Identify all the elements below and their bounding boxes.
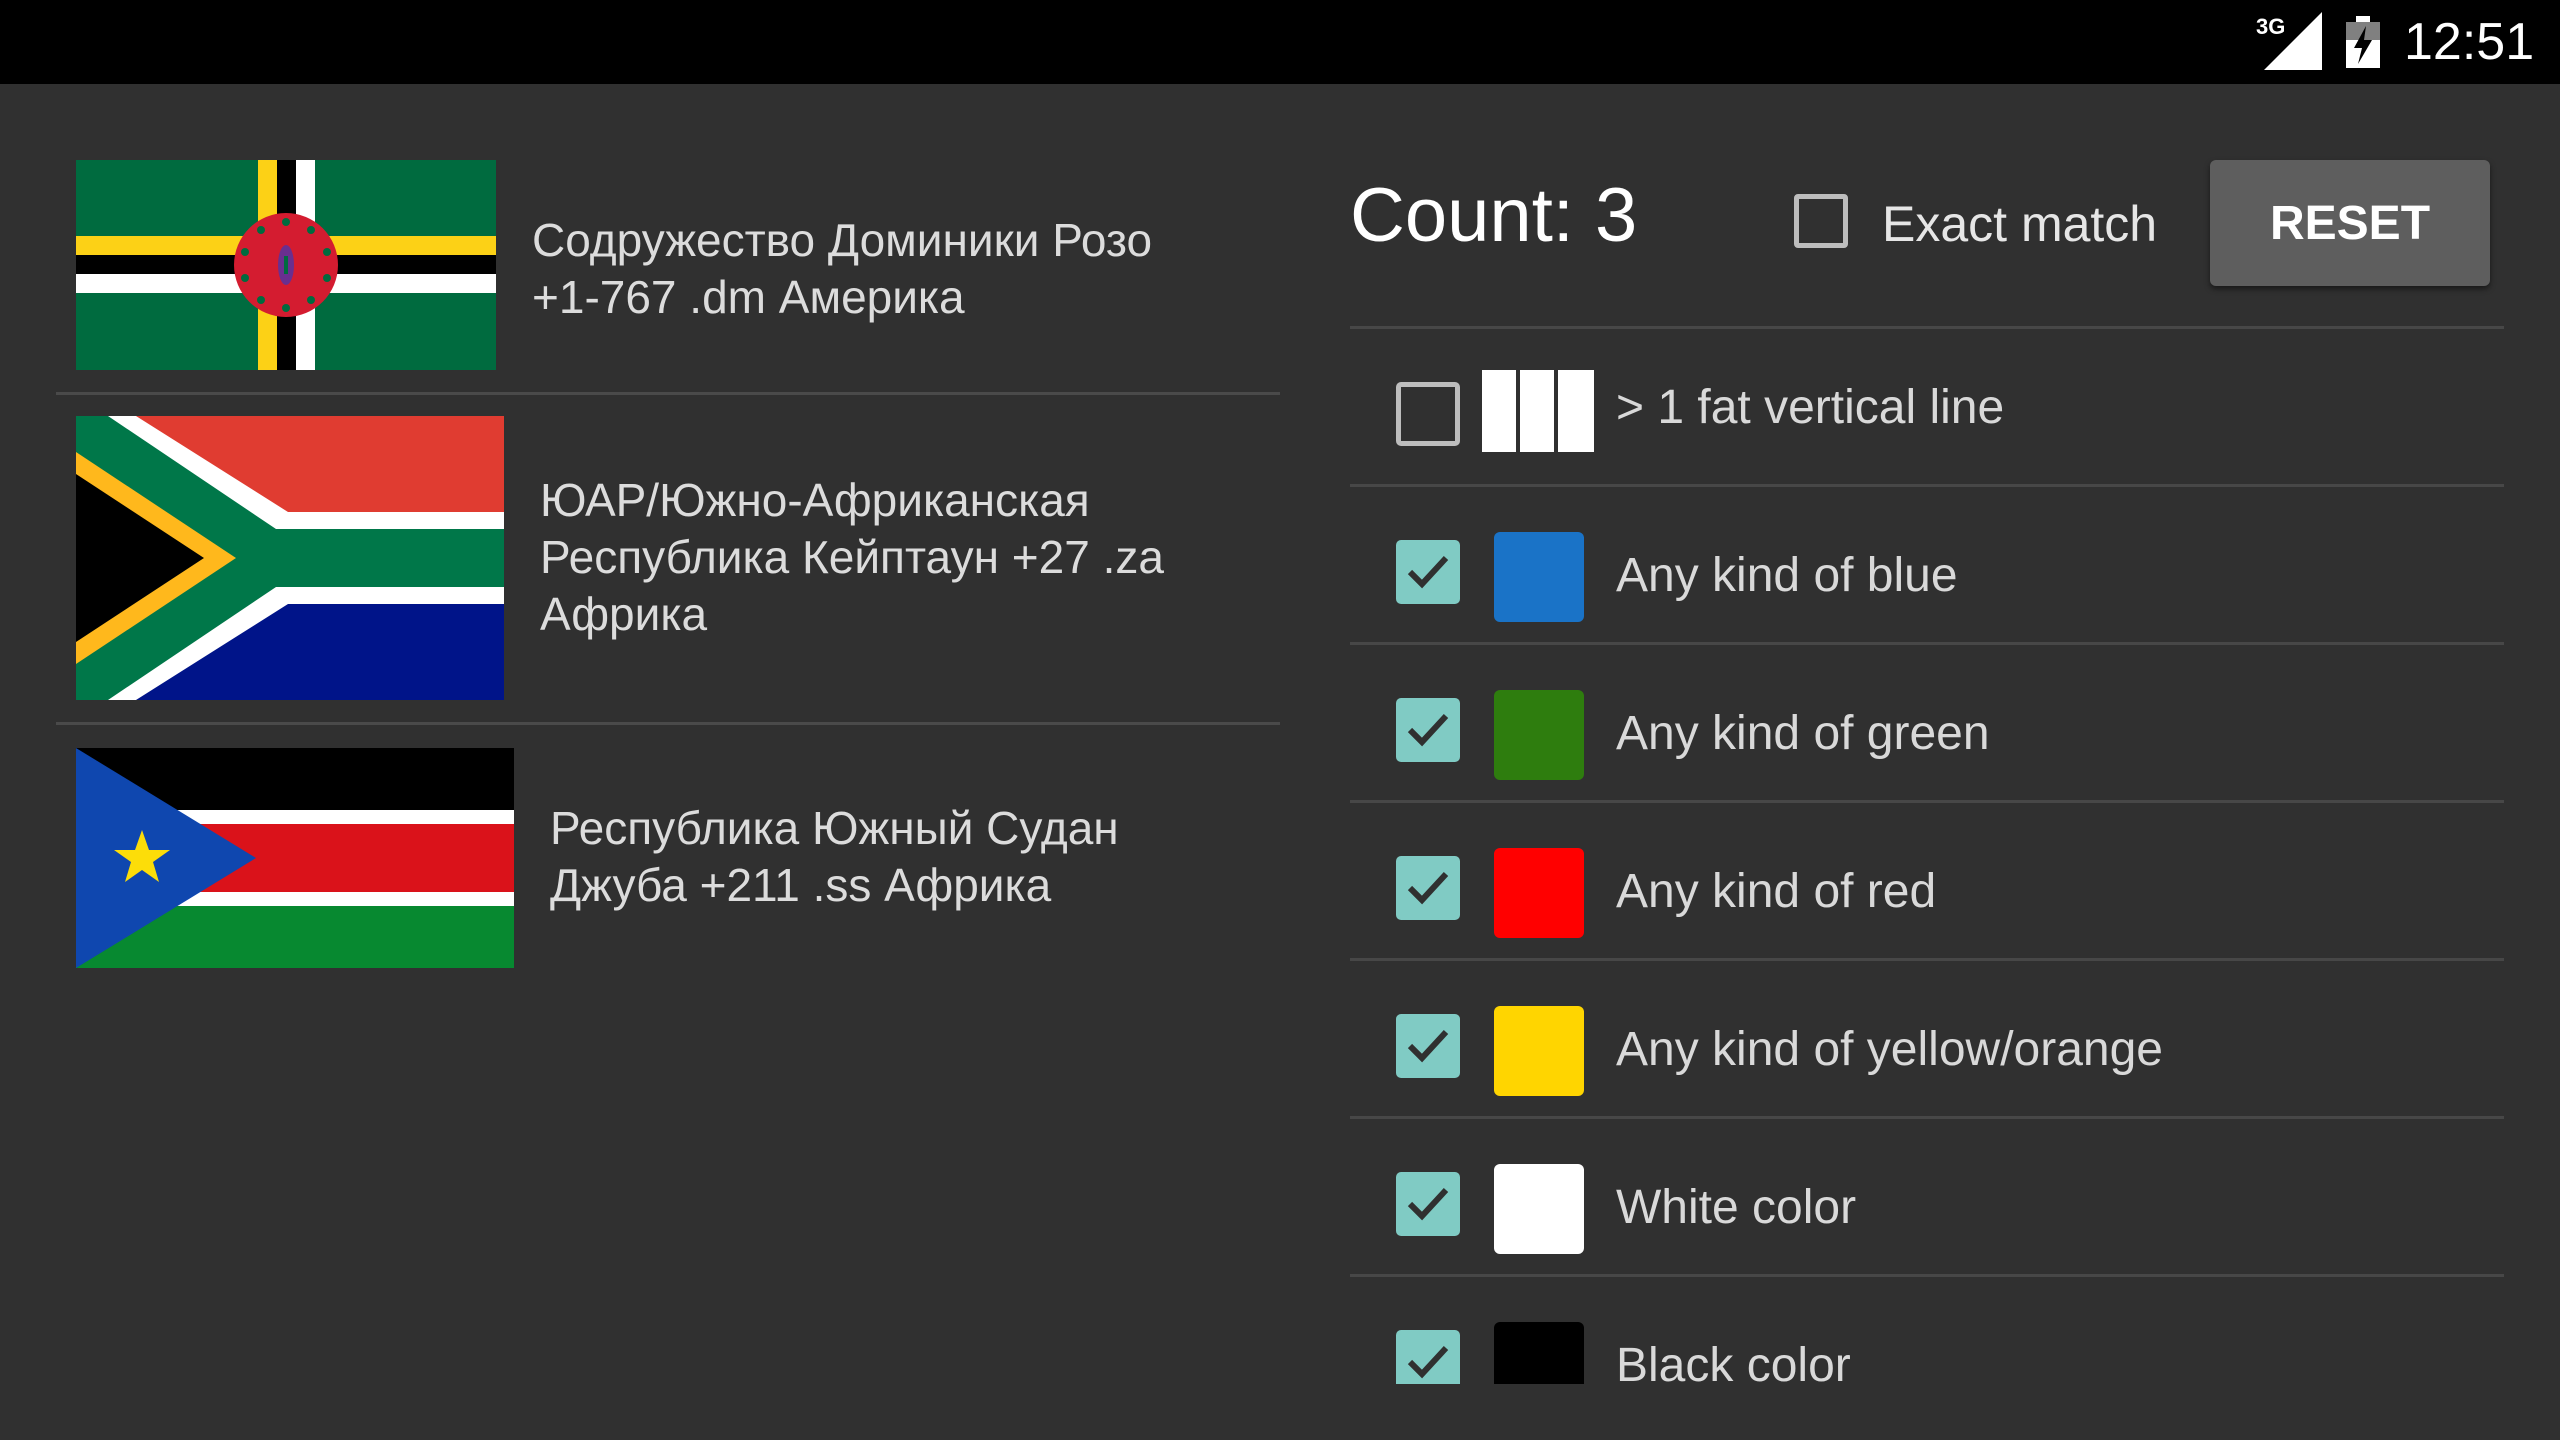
caption-line: Республика Южный Судан <box>550 802 1119 854</box>
exact-match-checkbox[interactable] <box>1794 194 1848 248</box>
caption-line: Африка <box>540 588 708 640</box>
color-swatch-blue <box>1494 532 1584 622</box>
dominica-flag-image <box>76 160 496 370</box>
color-swatch-black <box>1494 1322 1584 1384</box>
filter-divider <box>1350 958 2504 961</box>
status-clock: 12:51 <box>2404 13 2535 71</box>
list-item-south-africa[interactable]: ЮАР/Южно-Африканская Республика Кейптаун… <box>56 416 1280 716</box>
list-item-dominica[interactable]: Содружество Доминики Розо +1-767 .dm Аме… <box>56 160 1280 384</box>
filter-checkbox[interactable] <box>1396 856 1460 920</box>
checkmark-icon <box>1407 713 1449 747</box>
filter-row-black[interactable]: Black color <box>1350 1278 2504 1384</box>
filter-checkbox[interactable] <box>1396 1330 1460 1384</box>
filter-row-green[interactable]: Any kind of green <box>1350 646 2504 802</box>
color-swatch-red <box>1494 848 1584 938</box>
filter-checkbox[interactable] <box>1396 1014 1460 1078</box>
list-divider <box>56 722 1280 725</box>
checkmark-icon <box>1407 1345 1449 1379</box>
filter-divider <box>1350 642 2504 645</box>
list-divider <box>56 392 1280 395</box>
caption-line: ЮАР/Южно-Африканская <box>540 474 1090 526</box>
filter-checkbox[interactable] <box>1396 1172 1460 1236</box>
reset-button[interactable]: RESET <box>2210 160 2490 286</box>
vertical-bars-icon <box>1482 370 1594 452</box>
filter-row-yellow-orange[interactable]: Any kind of yellow/orange <box>1350 962 2504 1118</box>
color-swatch-green <box>1494 690 1584 780</box>
filter-row-red[interactable]: Any kind of red <box>1350 804 2504 960</box>
filter-row-vertical-lines[interactable]: > 1 fat vertical line <box>1350 330 2504 486</box>
flag-caption: Содружество Доминики Розо +1-767 .dm Аме… <box>532 212 1152 326</box>
south-sudan-flag-image <box>76 748 514 968</box>
checkmark-icon <box>1407 1187 1449 1221</box>
caption-line: +1-767 .dm Америка <box>532 271 965 323</box>
filter-row-blue[interactable]: Any kind of blue <box>1350 488 2504 644</box>
filter-divider <box>1350 1274 2504 1277</box>
filter-label: > 1 fat vertical line <box>1616 381 2005 434</box>
color-swatch-yellow <box>1494 1006 1584 1096</box>
checkmark-icon <box>1407 1029 1449 1063</box>
filter-divider <box>1350 484 2504 487</box>
south-africa-flag-image <box>76 416 504 700</box>
checkmark-icon <box>1407 871 1449 905</box>
filter-label: White color <box>1616 1181 1857 1234</box>
caption-line: Джуба +211 .ss Африка <box>550 859 1052 911</box>
filter-divider <box>1350 800 2504 803</box>
filter-label: Any kind of blue <box>1616 549 1958 602</box>
filter-label: Black color <box>1616 1339 1851 1384</box>
list-item-south-sudan[interactable]: Республика Южный Судан Джуба +211 .ss Аф… <box>56 748 1280 972</box>
flag-caption: ЮАР/Южно-Африканская Республика Кейптаун… <box>540 472 1164 643</box>
filter-label: Any kind of green <box>1616 707 1990 760</box>
checkmark-icon <box>1407 555 1449 589</box>
caption-line: Содружество Доминики Розо <box>532 214 1153 266</box>
filter-divider <box>1350 1116 2504 1119</box>
filter-label: Any kind of yellow/orange <box>1616 1023 2163 1076</box>
color-swatch-white <box>1494 1164 1584 1254</box>
result-count-label: Count: 3 <box>1350 173 1638 258</box>
filter-label: Any kind of red <box>1616 865 1937 918</box>
filter-divider <box>1350 326 2504 329</box>
signal-icon <box>2264 12 2322 70</box>
filter-row-white[interactable]: White color <box>1350 1120 2504 1276</box>
caption-line: Республика Кейптаун +27 .za <box>540 531 1164 583</box>
flag-result-list[interactable]: Содружество Доминики Розо +1-767 .dm Аме… <box>0 84 1300 1440</box>
exact-match-label[interactable]: Exact match <box>1882 192 2157 256</box>
status-bar: 3G 12:51 <box>0 0 2560 84</box>
filter-checkbox[interactable] <box>1396 540 1460 604</box>
filter-checkbox[interactable] <box>1396 382 1460 446</box>
battery-charging-icon <box>2346 16 2380 68</box>
flag-caption: Республика Южный Судан Джуба +211 .ss Аф… <box>550 800 1119 914</box>
filter-checkbox[interactable] <box>1396 698 1460 762</box>
